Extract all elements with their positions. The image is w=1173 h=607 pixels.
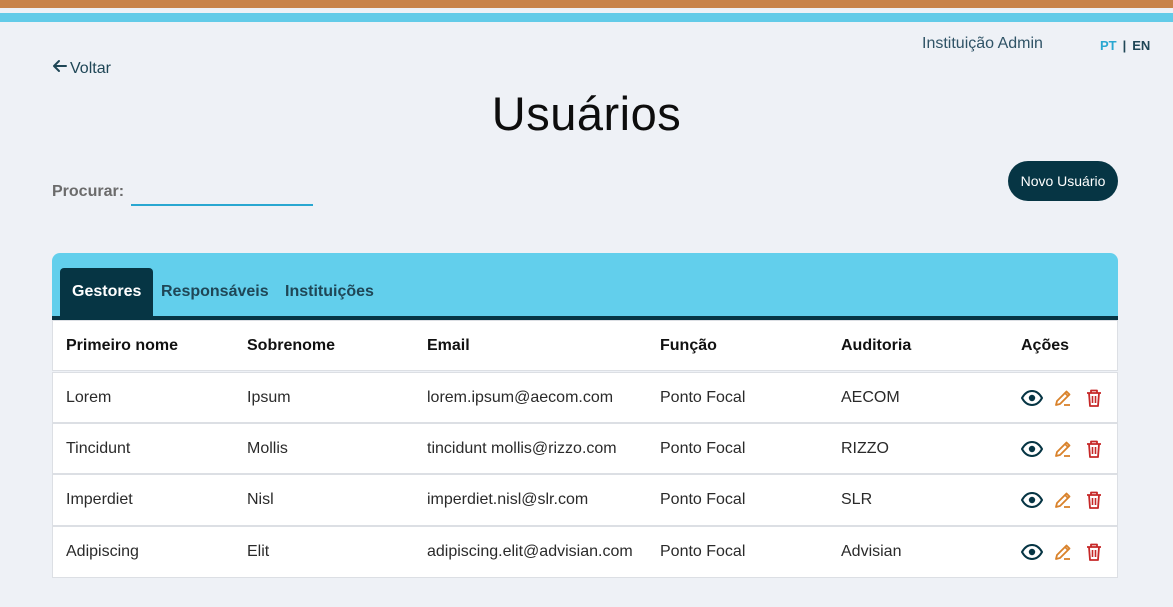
- back-label: Voltar: [70, 59, 111, 77]
- cell-role: Ponto Focal: [660, 491, 746, 508]
- row-actions: [1021, 475, 1114, 525]
- pencil-icon[interactable]: [1052, 438, 1074, 460]
- cell-role: Ponto Focal: [660, 388, 746, 406]
- cell-last-name: Ipsum: [247, 388, 291, 406]
- pencil-icon[interactable]: [1052, 489, 1074, 511]
- row-actions: [1021, 373, 1114, 422]
- institution-admin-label: Instituição Admin: [922, 35, 1043, 52]
- cell-first-name: Tincidunt: [66, 439, 131, 457]
- cell-last-name: Nisl: [247, 491, 274, 508]
- pencil-icon[interactable]: [1052, 541, 1074, 563]
- eye-icon[interactable]: [1021, 387, 1043, 409]
- trash-icon[interactable]: [1083, 489, 1105, 511]
- lang-separator: |: [1122, 38, 1127, 53]
- tab-gestores[interactable]: Gestores: [60, 268, 154, 316]
- table-header: Primeiro nome Sobrenome Email Função Aud…: [52, 320, 1118, 371]
- trash-icon[interactable]: [1083, 387, 1105, 409]
- trash-icon[interactable]: [1083, 438, 1105, 460]
- column-header-actions: Ações: [1021, 336, 1070, 354]
- cell-role: Ponto Focal: [660, 543, 746, 560]
- cell-last-name: Mollis: [247, 439, 288, 457]
- cell-first-name: Lorem: [66, 388, 112, 406]
- cell-first-name: Imperdiet: [66, 491, 133, 508]
- table-row: Imperdiet Nisl imperdiet.nisl@slr.com Po…: [52, 474, 1118, 526]
- table-row: Lorem Ipsum lorem.ipsum@aecom.com Ponto …: [52, 372, 1118, 423]
- new-user-button[interactable]: Novo Usuário: [1008, 161, 1118, 201]
- table-row: Adipiscing Elit adipiscing.elit@advisian…: [52, 526, 1118, 578]
- row-actions: [1021, 527, 1114, 577]
- cell-audit: AECOM: [841, 388, 900, 406]
- back-link[interactable]: Voltar: [52, 59, 111, 78]
- cell-role: Ponto Focal: [660, 439, 746, 457]
- table-row: Tincidunt Mollis tincidunt mollis@rizzo.…: [52, 423, 1118, 474]
- tabs-bar: Gestores Responsáveis Instituições: [52, 253, 1118, 320]
- cell-first-name: Adipiscing: [66, 543, 139, 560]
- lang-en-link[interactable]: EN: [1132, 38, 1150, 53]
- column-header-audit: Auditoria: [841, 336, 912, 354]
- cell-email: tincidunt mollis@rizzo.com: [427, 439, 617, 457]
- cell-email: lorem.ipsum@aecom.com: [427, 388, 614, 406]
- tab-responsaveis[interactable]: Responsáveis: [149, 268, 281, 316]
- column-header-role: Função: [660, 336, 717, 354]
- cell-last-name: Elit: [247, 543, 270, 560]
- cell-audit: RIZZO: [841, 439, 889, 457]
- trash-icon[interactable]: [1083, 541, 1105, 563]
- column-header-last-name: Sobrenome: [247, 336, 336, 354]
- row-actions: [1021, 424, 1114, 473]
- lang-pt-link[interactable]: PT: [1100, 38, 1117, 53]
- cell-audit: SLR: [841, 491, 873, 508]
- cell-email: adipiscing.elit@advisian.com: [427, 543, 633, 560]
- cell-email: imperdiet.nisl@slr.com: [427, 491, 589, 508]
- arrow-left-icon: [52, 59, 70, 78]
- cell-audit: Advisian: [841, 543, 902, 560]
- search-input[interactable]: [131, 180, 313, 206]
- eye-icon[interactable]: [1021, 489, 1043, 511]
- language-switch: PT | EN: [1100, 38, 1150, 53]
- column-header-email: Email: [427, 336, 470, 354]
- top-stripe-orange: [0, 0, 1173, 8]
- eye-icon[interactable]: [1021, 541, 1043, 563]
- eye-icon[interactable]: [1021, 438, 1043, 460]
- top-stripe-blue: [0, 13, 1173, 22]
- tab-instituicoes[interactable]: Instituições: [273, 268, 386, 316]
- search-label: Procurar:: [52, 183, 125, 200]
- pencil-icon[interactable]: [1052, 387, 1074, 409]
- page-title: Usuários: [491, 87, 682, 140]
- column-header-first-name: Primeiro nome: [66, 336, 179, 354]
